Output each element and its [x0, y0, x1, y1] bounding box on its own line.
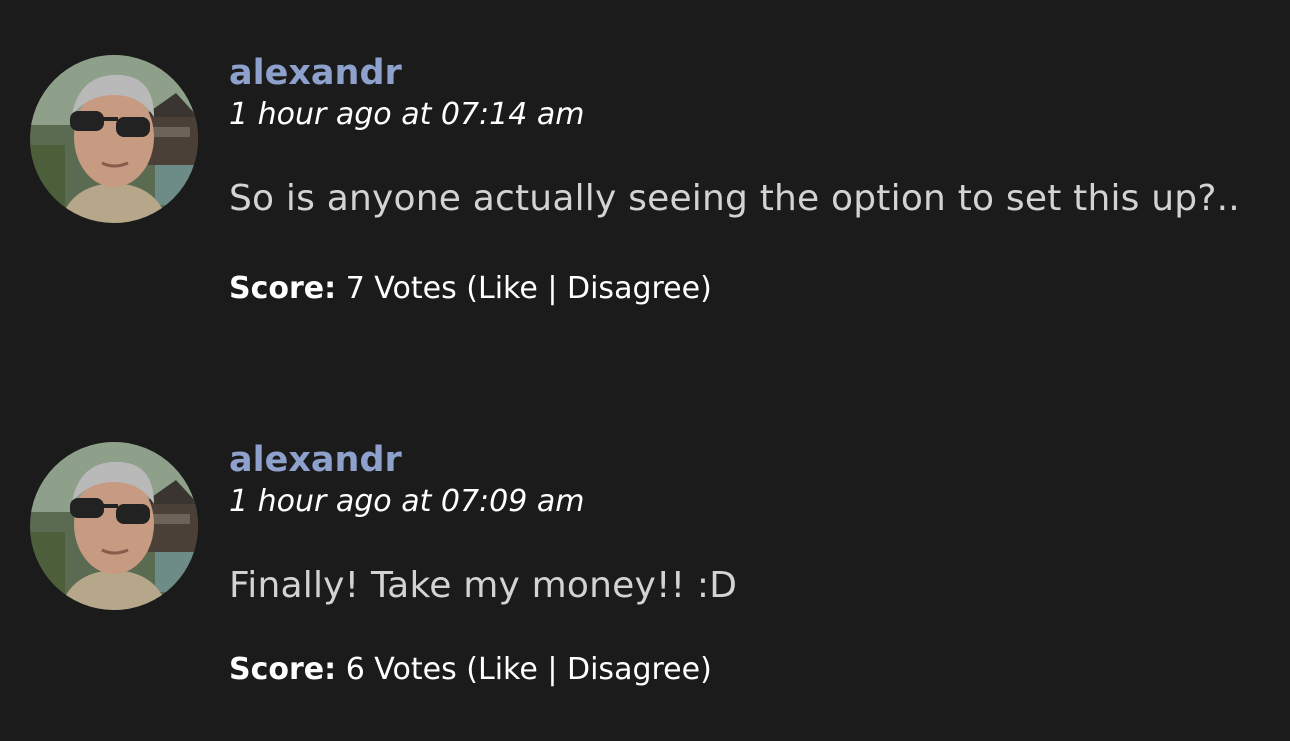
- comment-timestamp: 1 hour ago at 07:14 am: [229, 97, 585, 132]
- avatar-photo: [30, 55, 198, 223]
- like-link[interactable]: Like: [478, 271, 538, 306]
- open-paren: (: [466, 271, 478, 306]
- close-paren: ): [700, 271, 712, 306]
- comment-text: Finally! Take my money!! :D: [229, 565, 738, 606]
- comment-author-link[interactable]: alexandr: [229, 439, 1269, 481]
- comment-body: alexandr 1 hour ago at 07:09 am Finally!…: [229, 439, 1269, 690]
- score-label: Score:: [229, 652, 337, 687]
- disagree-link[interactable]: Disagree: [567, 271, 700, 306]
- avatar[interactable]: [30, 55, 198, 223]
- comment-author-link[interactable]: alexandr: [229, 52, 1269, 94]
- disagree-link[interactable]: Disagree: [567, 652, 700, 687]
- avatar[interactable]: [30, 442, 198, 610]
- avatar-photo: [30, 442, 198, 610]
- vote-separator: |: [547, 652, 558, 687]
- vote-separator: |: [547, 271, 558, 306]
- like-link[interactable]: Like: [478, 652, 538, 687]
- comment-score: Score: 7 Votes (Like | Disagree): [229, 269, 1269, 309]
- vote-count: 7 Votes: [345, 271, 457, 306]
- close-paren: ): [700, 652, 712, 687]
- comment-timestamp: 1 hour ago at 07:09 am: [229, 484, 585, 519]
- comment-text: So is anyone actually seeing the option …: [229, 178, 1240, 219]
- open-paren: (: [466, 652, 478, 687]
- vote-count: 6 Votes: [345, 652, 457, 687]
- comment-score: Score: 6 Votes (Like | Disagree): [229, 650, 1269, 690]
- score-label: Score:: [229, 271, 337, 306]
- comment-body: alexandr 1 hour ago at 07:14 am So is an…: [229, 52, 1269, 309]
- comment-list: alexandr 1 hour ago at 07:14 am So is an…: [0, 0, 1290, 741]
